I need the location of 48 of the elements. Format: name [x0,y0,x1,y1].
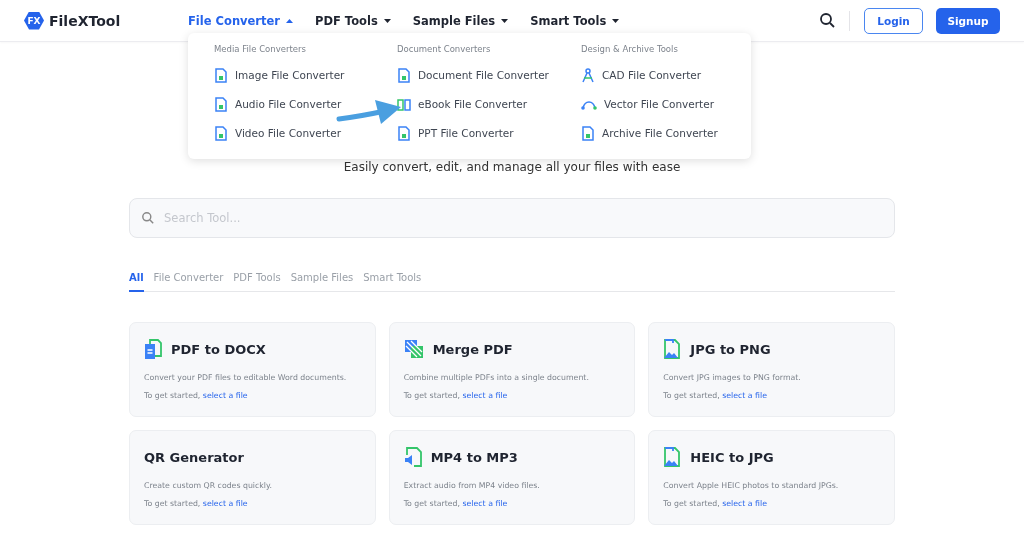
file-icon [581,125,595,141]
menu-item[interactable]: Vector File Converter [581,96,714,112]
menu-item[interactable]: Image File Converter [214,67,345,83]
image-file-icon [663,447,682,467]
vector-icon [581,98,597,110]
file-icon [214,96,228,112]
compass-icon [581,67,595,83]
merge-icon [403,339,424,359]
card-title: Merge PDF [432,341,513,357]
file-icon [397,67,411,83]
signup-button[interactable]: Signup [936,7,1000,34]
subtitle: Easily convert, edit, and manage all your files with ease [343,160,681,174]
caret-icon [383,18,391,23]
menu-section-title: Design & Archive Tools [581,44,679,54]
menu-item[interactable]: Video File Converter [214,125,341,141]
menu-section-title: Document Converters [397,44,492,54]
image-file-icon [663,339,682,359]
menu-item[interactable]: Archive File Converter [581,125,718,141]
card-title: PDF to DOCX [171,341,266,357]
caret-icon [501,18,509,23]
search-icon[interactable] [820,13,835,28]
file-icon [214,125,228,141]
menu-item[interactable]: eBook File Converter [397,96,528,112]
audio-file-icon [403,447,422,467]
nav-menu[interactable]: File Converter [188,13,293,28]
logo-badge: FX [24,11,44,30]
card-title: MP4 to MP3 [430,449,518,465]
card-title: JPG to PNG [690,341,771,357]
menu-item[interactable]: Document File Converter [397,67,549,83]
book-icon [397,97,411,111]
caret-icon [612,18,620,23]
menu-item[interactable]: CAD File Converter [581,67,702,83]
file-icon [397,125,411,141]
file-icon [214,67,228,83]
caret-icon [286,18,293,23]
nav-menu[interactable]: Smart Tools [530,13,620,28]
document-icon [144,338,162,360]
menu-item[interactable]: PPT File Converter [397,125,514,141]
login-button[interactable]: Login [864,7,923,34]
search-icon [142,212,154,224]
nav-menu[interactable]: Sample Files [412,13,509,28]
brand-name: FileXTool [49,12,121,29]
card-title: QR Generator [144,449,244,465]
menu-section-title: Media File Converters [214,44,307,54]
card-title: HEIC to JPG [690,449,774,465]
filter-tab[interactable]: All [129,272,144,292]
menu-item[interactable]: Audio File Converter [214,96,342,112]
nav-menu[interactable]: PDF Tools [315,13,391,28]
